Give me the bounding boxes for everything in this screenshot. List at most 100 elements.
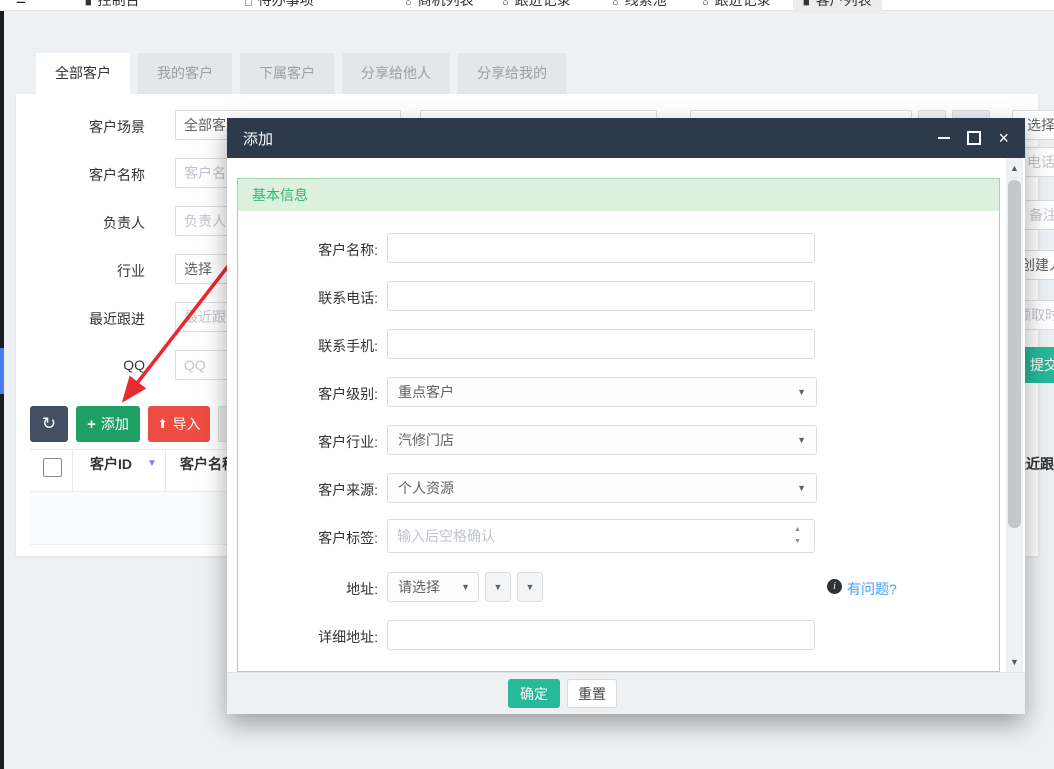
spinner-down-icon[interactable]: ▼ — [794, 538, 801, 545]
minimize-icon[interactable] — [938, 137, 951, 139]
caret-down-icon: ▼ — [797, 387, 806, 397]
scroll-up-icon[interactable]: ▲ — [1006, 163, 1023, 173]
nav-item-label: 跟进记录 — [714, 0, 771, 8]
column-header-customer-id[interactable]: 客户ID — [90, 454, 132, 474]
import-button[interactable]: ⬆ 导入 — [148, 406, 210, 442]
customer-level-select[interactable]: 重点客户 ▼ — [387, 377, 817, 407]
refresh-icon: ↻ — [41, 414, 57, 433]
nav-item-label: 跟进记录 — [514, 0, 571, 8]
user-icon: ○ — [612, 0, 619, 9]
reset-button[interactable]: 重置 — [567, 679, 617, 708]
field-label-customer-name: 客户名称: — [318, 242, 378, 258]
address-help-link[interactable]: 有问题? — [847, 579, 897, 599]
column-divider — [72, 450, 73, 492]
top-navbar: ≡ ■ 控制台 □ 待办事项 ○ 商机列表 ○ 跟进记录 ○ 线索池 ○ 跟进记… — [0, 0, 1054, 13]
confirm-button[interactable]: 确定 — [508, 679, 560, 708]
customer-level-value: 重点客户 — [398, 384, 454, 400]
nav-item-todo[interactable]: □ 待办事项 — [235, 0, 324, 13]
clock-icon: ○ — [702, 0, 709, 9]
window-controls: × — [938, 129, 1009, 147]
tab-shared-to-others[interactable]: 分享给他人 — [342, 53, 450, 94]
caret-down-icon: ▼ — [493, 582, 503, 592]
scroll-down-icon[interactable]: ▼ — [1006, 657, 1023, 667]
field-label-customer-industry: 客户行业: — [318, 434, 378, 450]
nav-item-label: 待办事项 — [257, 0, 314, 8]
refresh-button[interactable]: ↻ — [30, 406, 68, 442]
filter-label-last-followup: 最近跟进 — [89, 311, 145, 327]
nav-item-label: 控制台 — [97, 0, 140, 8]
menu-hamburger-icon[interactable]: ≡ — [16, 0, 26, 11]
add-button[interactable]: + 添加 — [76, 406, 140, 442]
plus-icon: + — [87, 415, 96, 433]
submit-button-label: 提交 — [1030, 357, 1054, 373]
filter-label-owner: 负责人 — [103, 215, 145, 231]
collapsed-sidebar — [0, 10, 4, 769]
modal-footer: 确定 重置 — [227, 672, 1025, 714]
nav-item-label: 客户列表 — [815, 0, 872, 8]
caret-down-icon: ▼ — [461, 582, 470, 592]
field-label-phone: 联系电话: — [318, 290, 378, 306]
caret-down-icon: ▼ — [797, 483, 806, 493]
contact-mobile-input[interactable] — [387, 329, 815, 359]
caret-down-icon: ▼ — [797, 435, 806, 445]
filter-label-customer-name: 客户名称 — [89, 167, 145, 183]
nav-item-label: 线索池 — [624, 0, 667, 8]
customer-industry-value: 汽修门店 — [398, 432, 454, 448]
caret-down-icon: ▼ — [525, 582, 535, 592]
field-label-customer-source: 客户来源: — [318, 482, 378, 498]
basic-info-section: 基本信息 客户名称: 联系电话: 联系手机: 客户级别: 重点客户 ▼ 客户行业… — [237, 178, 1000, 672]
customer-source-select[interactable]: 个人资源 ▼ — [387, 473, 817, 503]
address-district-select[interactable]: ▼ — [517, 572, 543, 602]
tab-shared-to-me[interactable]: 分享给我的 — [458, 53, 566, 94]
clock-icon: ○ — [502, 0, 509, 9]
nav-item-followup-2[interactable]: ○ 跟进记录 — [692, 0, 781, 13]
tasks-icon: □ — [245, 0, 252, 9]
field-label-detail-address: 详细地址: — [318, 629, 378, 645]
clock-icon: ○ — [405, 0, 412, 9]
filter-label-qq: QQ — [123, 357, 145, 373]
upload-icon: ⬆ — [157, 417, 168, 431]
add-button-label: 添加 — [100, 416, 129, 432]
field-label-customer-level: 客户级别: — [318, 386, 378, 402]
field-label-address: 地址: — [346, 581, 378, 597]
customer-tag-input[interactable] — [387, 519, 815, 553]
contact-phone-input[interactable] — [387, 281, 815, 311]
sort-down-icon[interactable]: ▼ — [147, 458, 157, 469]
address-city-select[interactable]: ▼ — [485, 572, 511, 602]
tab-my-customers[interactable]: 我的客户 — [138, 53, 232, 94]
section-title: 基本信息 — [238, 179, 999, 211]
dashboard-icon: ■ — [85, 0, 92, 9]
spinner-up-icon[interactable]: ▲ — [794, 526, 801, 533]
customer-industry-select[interactable]: 汽修门店 ▼ — [387, 425, 817, 455]
filter-label-industry: 行业 — [117, 263, 145, 279]
nav-item-console[interactable]: ■ 控制台 — [75, 0, 150, 13]
customer-source-value: 个人资源 — [398, 480, 454, 496]
app-window: ≡ ■ 控制台 □ 待办事项 ○ 商机列表 ○ 跟进记录 ○ 线索池 ○ 跟进记… — [0, 0, 1054, 769]
add-customer-modal: 添加 × 基本信息 客户名称: 联系电话: 联系手机: 客户级别: 重点客户 ▼ — [227, 118, 1025, 714]
tab-all-customers[interactable]: 全部客户 — [36, 53, 130, 94]
nav-item-lead-pool[interactable]: ○ 线索池 — [602, 0, 677, 13]
modal-header[interactable]: 添加 × — [227, 118, 1025, 158]
field-label-mobile: 联系手机: — [318, 338, 378, 354]
maximize-icon[interactable] — [967, 131, 982, 145]
list-icon: ■ — [803, 0, 810, 9]
tab-subordinate-customers[interactable]: 下属客户 — [240, 53, 334, 94]
select-all-checkbox[interactable] — [43, 458, 62, 477]
sidebar-active-indicator — [0, 348, 4, 394]
nav-item-label: 商机列表 — [417, 0, 474, 8]
info-icon: i — [827, 579, 842, 594]
modal-scrollbar[interactable]: ▲ ▼ — [1006, 158, 1023, 672]
close-icon[interactable]: × — [998, 129, 1009, 147]
customer-name-input[interactable] — [387, 233, 815, 263]
scrollbar-thumb[interactable] — [1008, 180, 1021, 528]
address-province-select[interactable]: 请选择 ▼ — [387, 572, 479, 602]
nav-item-business[interactable]: ○ 商机列表 — [395, 0, 484, 13]
nav-item-customer-list[interactable]: ■ 客户列表 — [793, 0, 882, 13]
filter-label-scene: 客户场景 — [89, 119, 145, 135]
modal-title: 添加 — [243, 130, 274, 148]
nav-item-followup-1[interactable]: ○ 跟进记录 — [492, 0, 581, 13]
import-button-label: 导入 — [172, 416, 201, 432]
customer-tabs: 全部客户 我的客户 下属客户 分享给他人 分享给我的 — [36, 53, 566, 94]
detail-address-input[interactable] — [387, 620, 815, 650]
column-divider — [165, 450, 166, 492]
